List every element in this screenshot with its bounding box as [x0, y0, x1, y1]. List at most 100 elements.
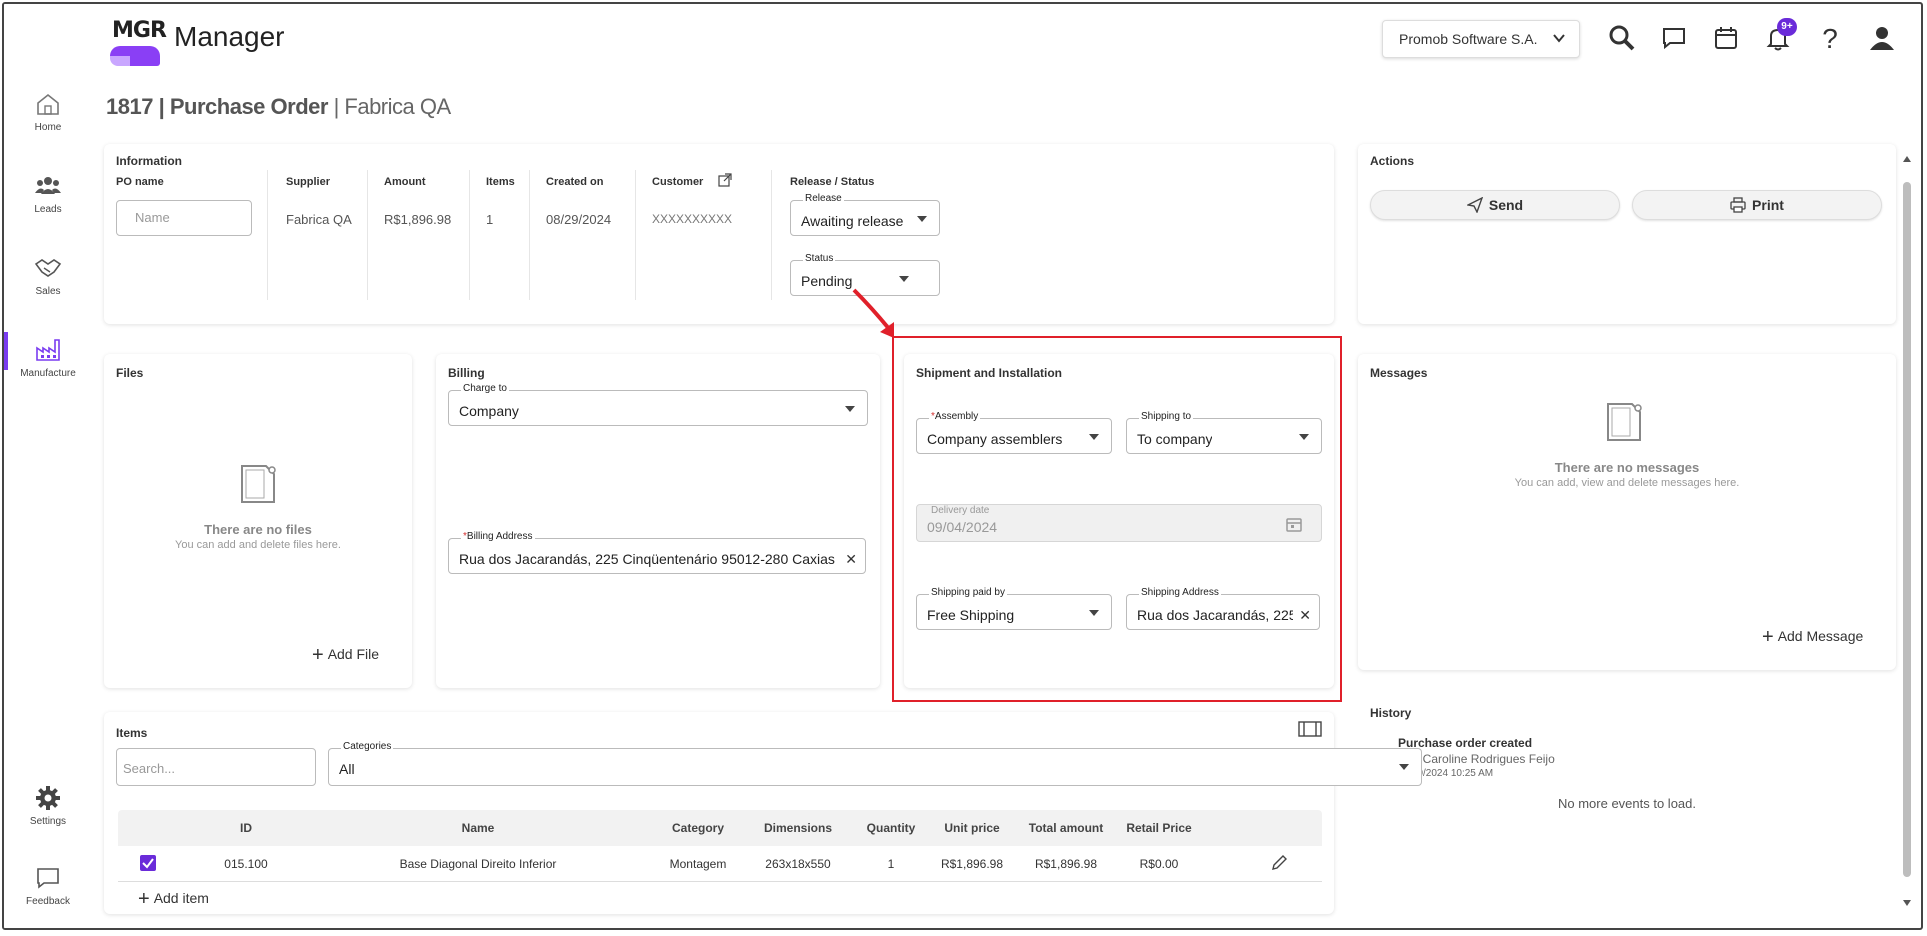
column-header-category[interactable]: Category [658, 821, 738, 835]
document-icon [1607, 403, 1642, 441]
row-checkbox[interactable] [140, 855, 156, 871]
handshake-icon [34, 259, 62, 277]
cell-name: Base Diagonal Direito Inferior [399, 857, 557, 871]
po-name-placeholder: Name [135, 210, 170, 225]
column-header-total-amount[interactable]: Total amount [1018, 821, 1114, 835]
information-title: Information [116, 154, 182, 168]
scroll-down-icon[interactable] [1902, 898, 1912, 908]
external-link-icon[interactable] [718, 173, 732, 187]
files-empty-subtitle: You can add and delete files here. [175, 539, 341, 551]
created-label: Created on [546, 176, 604, 188]
files-title: Files [116, 366, 144, 380]
categories-label: Categories [341, 741, 394, 752]
send-button[interactable]: Send [1370, 190, 1620, 220]
order-type: Purchase Order [169, 94, 329, 119]
cell-id: 015.100 [224, 857, 268, 871]
release-label: Release [803, 193, 844, 204]
print-label: Print [1752, 197, 1784, 213]
columns-icon[interactable] [1298, 720, 1322, 738]
charge-to-value: Company [459, 403, 519, 419]
clear-icon[interactable]: ✕ [845, 551, 857, 568]
po-name-input[interactable]: Name [116, 200, 252, 236]
notification-badge: 9+ [1777, 18, 1797, 36]
categories-select[interactable]: Categories All [328, 741, 1422, 786]
release-select[interactable]: Release Awaiting release [790, 193, 940, 236]
add-message-label: Add Message [1777, 628, 1864, 644]
sidebar-item-label: Manufacture [20, 368, 76, 379]
sidebar-item-label: Feedback [26, 896, 70, 907]
print-button[interactable]: Print [1632, 190, 1882, 220]
plus-icon: + [1762, 626, 1774, 648]
sidebar-item-home[interactable]: Home [4, 90, 92, 133]
add-message-button[interactable]: + Add Message [1762, 626, 1863, 649]
column-header-quantity[interactable]: Quantity [858, 821, 924, 835]
messages-title: Messages [1370, 366, 1428, 380]
column-header-dimensions[interactable]: Dimensions [748, 821, 848, 835]
messages-card: Messages There are no messages You can a… [1358, 354, 1896, 670]
help-icon[interactable]: ? [1814, 22, 1846, 54]
plus-icon: + [312, 644, 324, 666]
home-icon [37, 93, 59, 115]
cell-category: Montagem [669, 857, 727, 871]
annotation-arrow-icon [852, 288, 894, 338]
plus-icon: + [138, 888, 150, 910]
table-row[interactable]: 015.100 Base Diagonal Direito Inferior M… [118, 846, 1322, 882]
column-header-retail-price[interactable]: Retail Price [1114, 821, 1204, 835]
messages-empty-state: There are no messages You can add, view … [1358, 460, 1896, 489]
customer-value: XXXXXXXXXX [652, 212, 733, 226]
add-item-label: Add item [153, 890, 209, 906]
user-avatar-icon[interactable] [1866, 22, 1898, 54]
items-search-input[interactable]: Search... [116, 748, 316, 786]
charge-to-select[interactable]: Charge to Company [448, 383, 868, 426]
add-file-button[interactable]: + Add File [312, 644, 379, 667]
calendar-icon[interactable] [1710, 22, 1742, 54]
supplier-value: Fabrica QA [286, 212, 352, 227]
edit-icon[interactable] [1270, 854, 1288, 872]
add-item-button[interactable]: + Add item [138, 888, 209, 911]
svg-text:?: ? [1822, 23, 1838, 54]
column-header-unit-price[interactable]: Unit price [932, 821, 1012, 835]
messages-empty-title: There are no messages [1554, 460, 1700, 475]
dropdown-arrow-icon [917, 216, 927, 222]
add-file-label: Add File [327, 646, 380, 662]
supplier-label: Supplier [286, 176, 331, 188]
status-label: Status [803, 253, 836, 264]
sidebar-item-sales[interactable]: Sales [4, 254, 92, 297]
sidebar-item-leads[interactable]: Leads [4, 172, 92, 215]
items-value: 1 [486, 212, 494, 227]
column-header-id[interactable]: ID [226, 821, 266, 835]
supplier-name: Fabrica QA [344, 94, 451, 119]
files-card: Files There are no files You can add and… [104, 354, 412, 688]
scrollbar-thumb[interactable] [1903, 182, 1911, 877]
factory-icon [36, 339, 60, 361]
sidebar-item-feedback[interactable]: Feedback [4, 864, 92, 907]
po-name-label: PO name [116, 176, 164, 188]
company-name: Promob Software S.A. [1399, 31, 1538, 47]
company-selector[interactable]: Promob Software S.A. [1382, 20, 1580, 58]
scroll-up-icon[interactable] [1902, 154, 1912, 164]
sidebar-item-settings[interactable]: Settings [4, 784, 92, 827]
sidebar-item-label: Home [34, 122, 62, 133]
billing-address-label: Billing Address [466, 531, 533, 542]
check-icon [142, 858, 154, 869]
categories-value: All [339, 761, 355, 777]
items-table-header: ID Name Category Dimensions Quantity Uni… [118, 810, 1322, 846]
dropdown-arrow-icon [1399, 764, 1409, 770]
column-header-name[interactable]: Name [378, 821, 578, 835]
search-icon[interactable] [1606, 22, 1638, 54]
actions-card: Actions Send Print [1358, 144, 1896, 324]
created-value: 08/29/2024 [546, 212, 612, 227]
cell-quantity: 1 [887, 857, 895, 871]
send-label: Send [1488, 197, 1524, 213]
document-icon [241, 465, 276, 503]
information-card: Information PO name Name Supplier Fabric… [104, 144, 1334, 324]
cell-total-amount: R$1,896.98 [1034, 857, 1098, 871]
billing-address-select[interactable]: *Billing Address Rua dos Jacarandás, 225… [448, 531, 866, 574]
history-card: History Purchase order created Ana Carol… [1358, 696, 1896, 914]
sidebar-item-manufacture[interactable]: Manufacture [4, 332, 92, 379]
app-logo[interactable]: MGR [108, 18, 167, 66]
files-empty-title: There are no files [204, 522, 312, 537]
highlight-box [892, 336, 1342, 702]
release-status-label: Release / Status [790, 176, 875, 188]
chat-icon[interactable] [1658, 22, 1690, 54]
